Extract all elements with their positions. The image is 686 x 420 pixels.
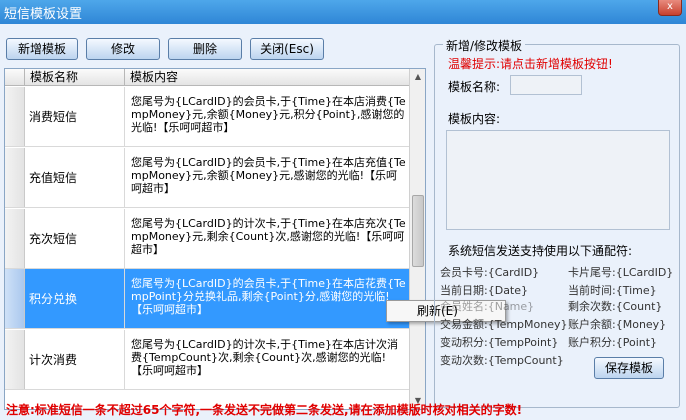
edit-button[interactable]: 修改 bbox=[86, 38, 160, 60]
row-name: 充值短信 bbox=[25, 148, 125, 207]
wildcard-point: 账户积分:{Point} bbox=[568, 336, 658, 349]
row-indicator[interactable] bbox=[5, 148, 25, 207]
row-name: 积分兑换 bbox=[25, 269, 125, 328]
row-indicator[interactable] bbox=[5, 269, 25, 328]
hint-text: 温馨提示:请点击新增模板按钮! bbox=[448, 57, 613, 71]
template-content-textarea[interactable] bbox=[446, 130, 670, 230]
row-name: 充次短信 bbox=[25, 209, 125, 268]
template-name-input[interactable] bbox=[510, 75, 582, 95]
wildcard-name: 会员姓名:{Name} bbox=[440, 300, 535, 313]
table-row[interactable]: 消费短信 您尾号为{LCardID}的会员卡,于{Time}在本店消费{Temp… bbox=[5, 87, 409, 147]
save-template-button[interactable]: 保存模板 bbox=[594, 357, 664, 379]
template-name-label: 模板名称: bbox=[448, 80, 501, 94]
footer-warning: 注意:标准短信一条不超过65个字符,一条发送不完做第二条发送,请在添加模版时核对… bbox=[6, 403, 523, 417]
row-content: 您尾号为{LCardID}的会员卡,于{Time}在本店花费{TempPoint… bbox=[125, 269, 409, 328]
row-content: 您尾号为{LCardID}的会员卡,于{Time}在本店充值{TempMoney… bbox=[131, 156, 406, 195]
grid-vertical-scrollbar[interactable]: ▲ ▼ bbox=[409, 69, 425, 409]
title-bar: 短信模板设置 x bbox=[0, 0, 686, 24]
row-indicator[interactable] bbox=[5, 209, 25, 268]
delete-button[interactable]: 删除 bbox=[168, 38, 242, 60]
window-title: 短信模板设置 bbox=[4, 7, 83, 22]
template-content-label: 模板内容: bbox=[448, 112, 501, 126]
dialog-body: 新增模板 修改 删除 关闭(Esc) 模板名称 模板内容 消费短信 您尾号为{L… bbox=[0, 24, 686, 420]
close-icon: x bbox=[667, 1, 673, 12]
wildcard-card-id: 会员卡号:{CardID} bbox=[440, 266, 540, 279]
wildcard-temp-point: 变动积分:{TempPoint} bbox=[440, 336, 559, 349]
wildcard-count: 剩余次数:{Count} bbox=[568, 300, 663, 313]
wildcard-date: 当前日期:{Date} bbox=[440, 284, 529, 297]
row-content: 您尾号为{LCardID}的会员卡,于{Time}在本店消费{TempMoney… bbox=[131, 95, 406, 134]
table-row[interactable]: 充值短信 您尾号为{LCardID}的会员卡,于{Time}在本店充值{Temp… bbox=[5, 148, 409, 208]
close-window-button[interactable]: x bbox=[658, 0, 682, 16]
header-template-content[interactable]: 模板内容 bbox=[125, 69, 409, 86]
row-content: 您尾号为{LCardID}的计次卡,于{Time}在本店充次{TempMoney… bbox=[131, 217, 406, 256]
wildcards-title: 系统短信发送支持使用以下通配符: bbox=[448, 244, 633, 258]
wildcard-time: 当前时间:{Time} bbox=[568, 284, 657, 297]
template-grid[interactable]: 模板名称 模板内容 消费短信 您尾号为{LCardID}的会员卡,于{Time}… bbox=[4, 68, 426, 410]
header-indicator bbox=[5, 69, 25, 86]
scroll-up-arrow-icon[interactable]: ▲ bbox=[410, 69, 425, 85]
wildcard-temp-money: 交易金额:{TempMoney} bbox=[440, 318, 568, 331]
wildcard-card-tail: 卡片尾号:{LCardID} bbox=[568, 266, 674, 279]
table-row[interactable]: 充次短信 您尾号为{LCardID}的计次卡,于{Time}在本店充次{Temp… bbox=[5, 209, 409, 269]
table-row-selected[interactable]: 积分兑换 您尾号为{LCardID}的会员卡,于{Time}在本店花费{Temp… bbox=[5, 269, 409, 329]
header-template-name[interactable]: 模板名称 bbox=[25, 69, 125, 86]
grid-header: 模板名称 模板内容 bbox=[5, 69, 409, 86]
table-row[interactable]: 计次消费 您尾号为{LCardID}的计次卡,于{Time}在本店计次消费{Te… bbox=[5, 330, 409, 390]
row-indicator[interactable] bbox=[5, 87, 25, 146]
row-indicator[interactable] bbox=[5, 330, 25, 389]
row-content: 您尾号为{LCardID}的计次卡,于{Time}在本店计次消费{TempCou… bbox=[131, 338, 398, 377]
row-name: 计次消费 bbox=[25, 330, 125, 389]
group-title: 新增/修改模板 bbox=[443, 37, 526, 54]
row-name: 消费短信 bbox=[25, 87, 125, 146]
close-button[interactable]: 关闭(Esc) bbox=[250, 38, 324, 60]
wildcard-temp-count: 变动次数:{TempCount} bbox=[440, 354, 564, 367]
wildcard-money: 账户余额:{Money} bbox=[568, 318, 667, 331]
add-template-button[interactable]: 新增模板 bbox=[6, 38, 78, 60]
scroll-thumb[interactable] bbox=[412, 195, 424, 267]
